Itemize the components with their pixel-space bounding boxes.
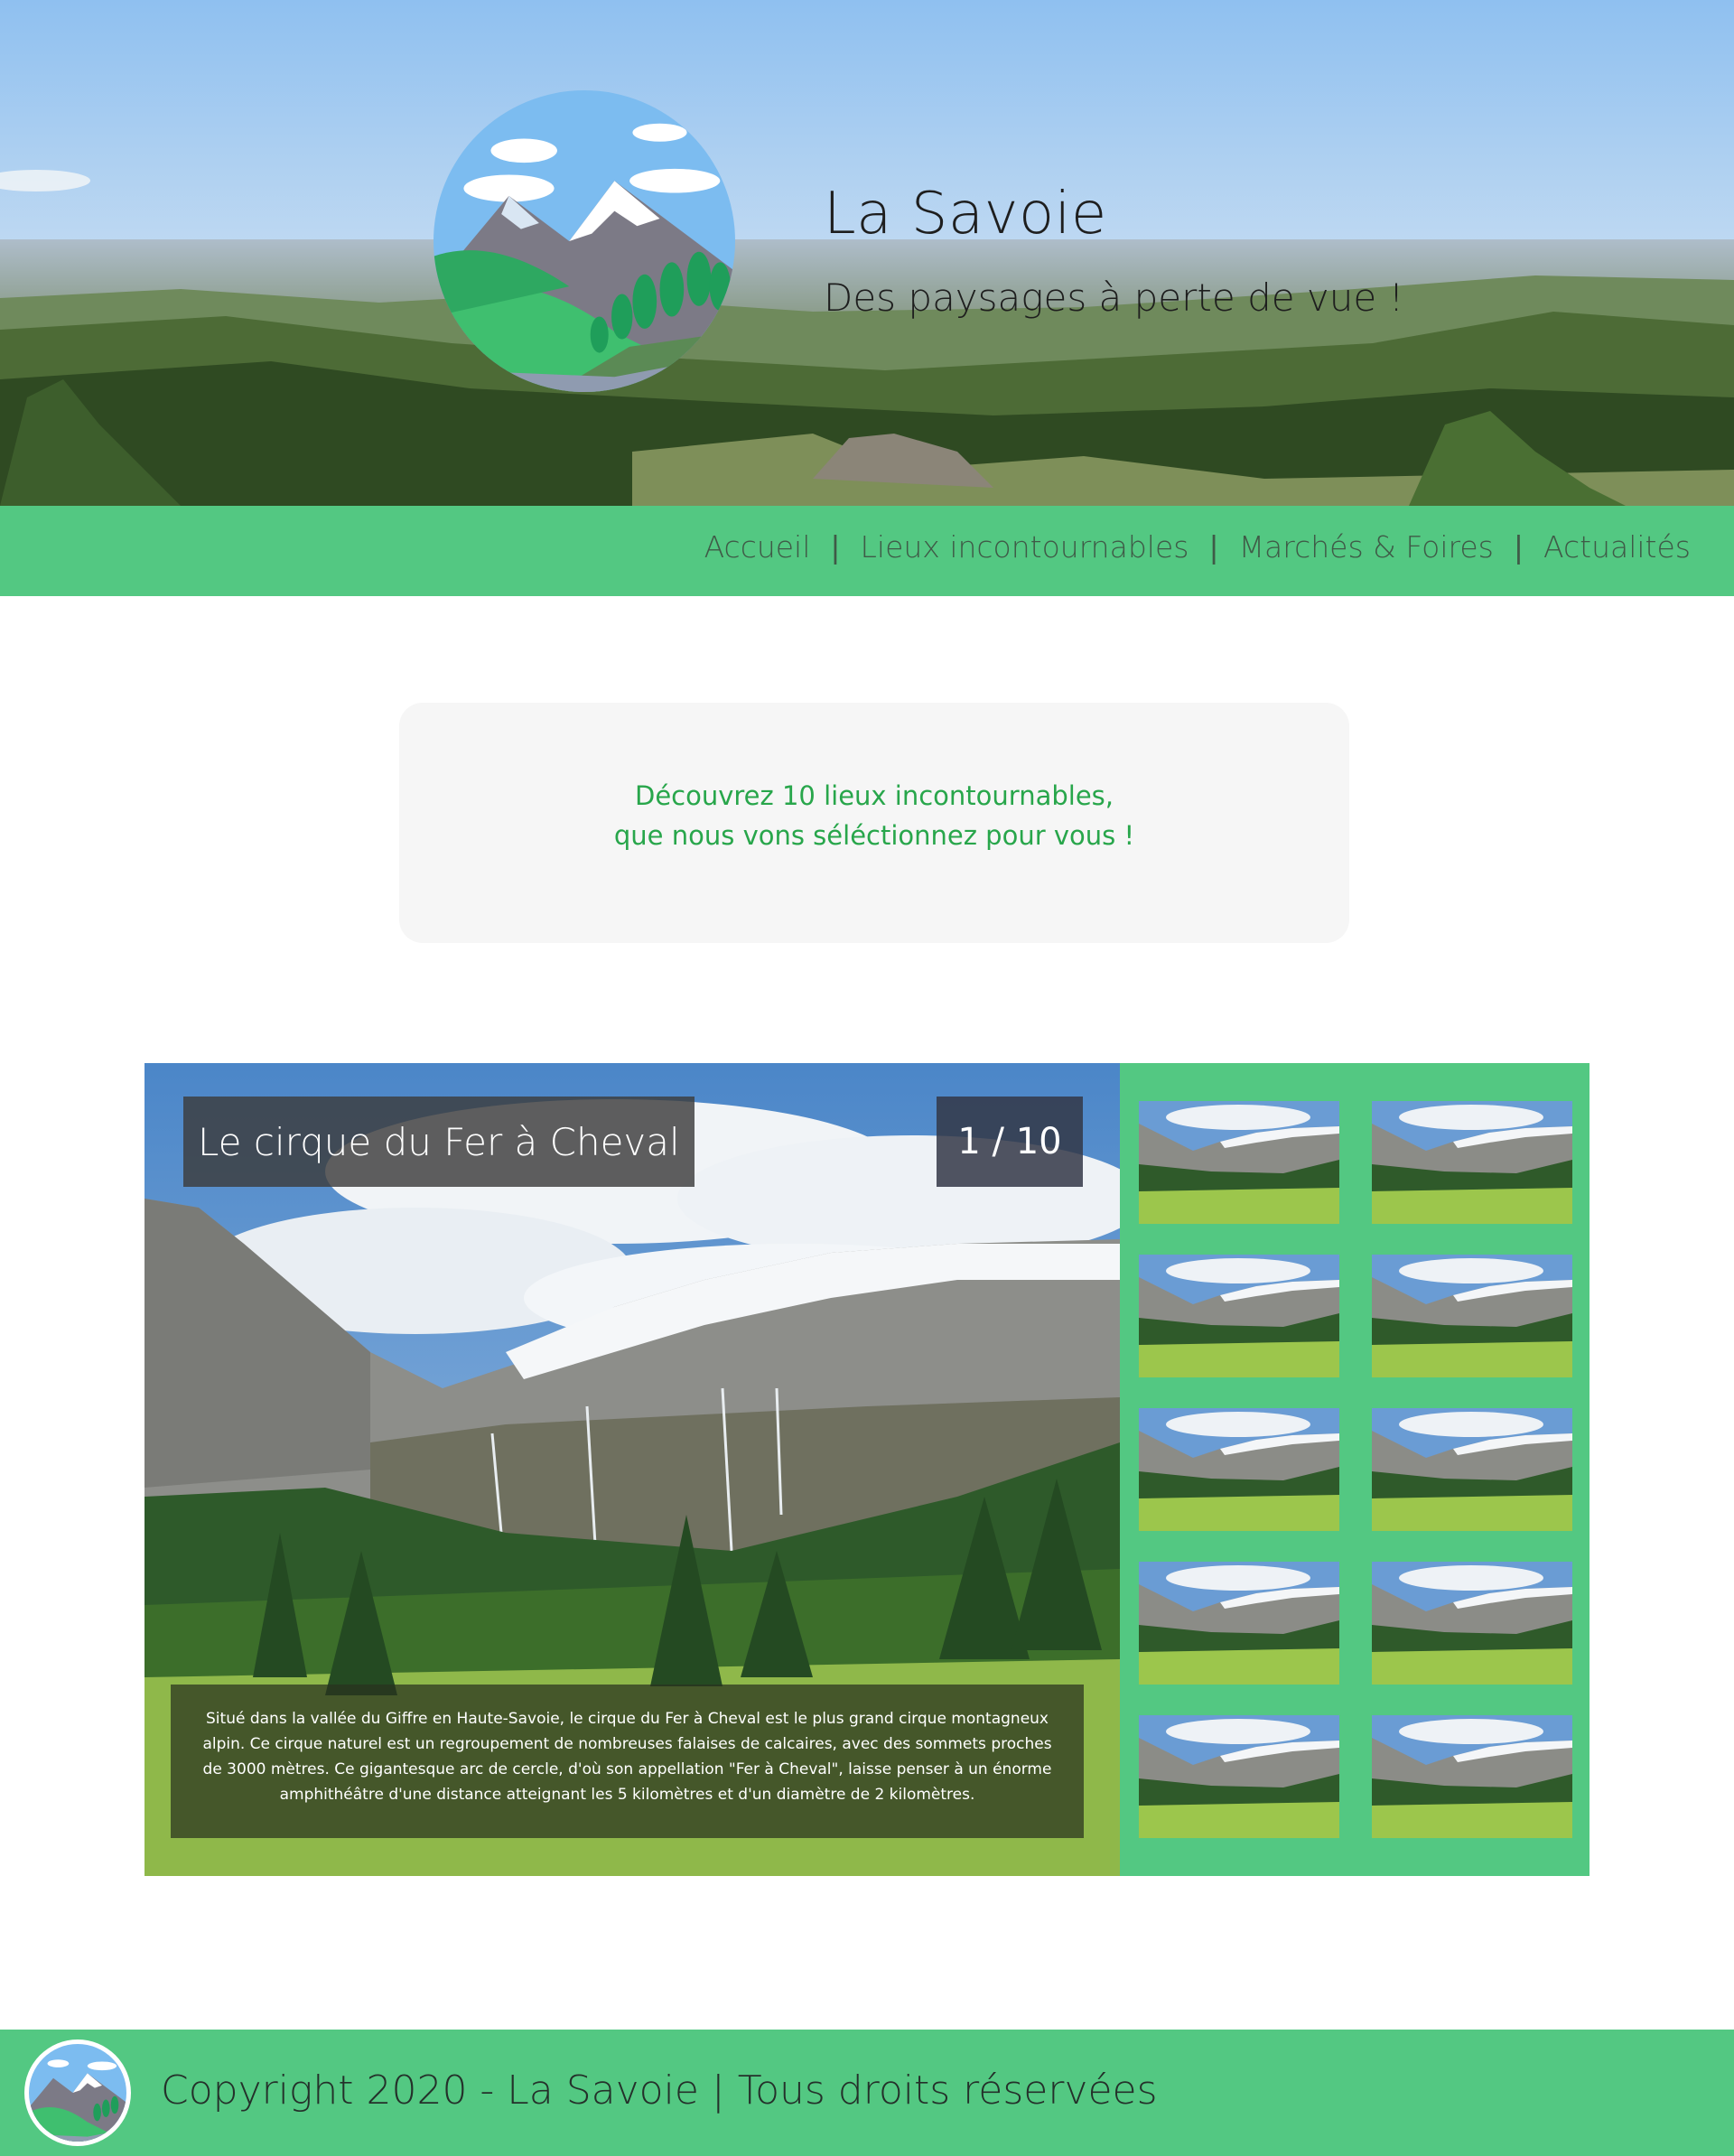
gallery-thumbnail[interactable] — [1139, 1715, 1339, 1838]
gallery-thumbnail[interactable] — [1139, 1255, 1339, 1377]
nav-list: Accueil | Lieux incontournables | Marché… — [704, 529, 1691, 565]
site-logo[interactable] — [434, 90, 735, 392]
gallery-thumbnail[interactable] — [1372, 1715, 1572, 1838]
photo-description: Situé dans la vallée du Giffre en Haute-… — [171, 1685, 1084, 1838]
main-navigation: Accueil | Lieux incontournables | Marché… — [0, 506, 1734, 596]
nav-item-actualites: Actualités — [1543, 529, 1691, 565]
hero-landscape-image — [0, 0, 1734, 506]
intro-line-1: Découvrez 10 lieux incontournables, — [634, 780, 1114, 811]
intro-line-2: que nous vons séléctionnez pour vous ! — [613, 820, 1135, 851]
nav-link-accueil[interactable]: Accueil — [704, 529, 811, 565]
footer-logo[interactable] — [24, 2039, 131, 2146]
nav-separator: | — [1208, 529, 1219, 565]
intro-box: Découvrez 10 lieux incontournables, que … — [399, 703, 1349, 943]
gallery-thumbnail[interactable] — [1139, 1562, 1339, 1685]
nav-separator: | — [830, 529, 841, 565]
photo-counter: 1 / 10 — [937, 1097, 1083, 1187]
photo-title: Le cirque du Fer à Cheval — [183, 1097, 695, 1187]
nav-item-marches: Marchés & Foires | — [1239, 529, 1543, 565]
nav-item-accueil: Accueil | — [704, 529, 861, 565]
thumbnail-panel — [1120, 1063, 1590, 1876]
gallery-thumbnail[interactable] — [1372, 1255, 1572, 1377]
hero-banner: La Savoie Des paysages à perte de vue ! — [0, 0, 1734, 506]
gallery-thumbnail[interactable] — [1372, 1562, 1572, 1685]
nav-separator: | — [1513, 529, 1524, 565]
site-subtitle: Des paysages à perte de vue ! — [824, 275, 1404, 320]
nav-link-actualites[interactable]: Actualités — [1543, 529, 1691, 565]
mountain-landscape-logo-icon — [29, 2044, 126, 2142]
site-title: La Savoie — [824, 181, 1107, 247]
mountain-landscape-logo-icon — [434, 90, 735, 392]
gallery-thumbnail[interactable] — [1372, 1408, 1572, 1531]
places-gallery: Le cirque du Fer à Cheval 1 / 10 Situé d… — [144, 1063, 1590, 1876]
gallery-thumbnail[interactable] — [1139, 1101, 1339, 1224]
nav-item-lieux: Lieux incontournables | — [861, 529, 1239, 565]
nav-link-lieux-incontournables[interactable]: Lieux incontournables — [861, 529, 1189, 565]
gallery-thumbnail[interactable] — [1372, 1101, 1572, 1224]
footer: Copyright 2020 - La Savoie | Tous droits… — [0, 2030, 1734, 2156]
gallery-thumbnail[interactable] — [1139, 1408, 1339, 1531]
main-photo: Le cirque du Fer à Cheval 1 / 10 Situé d… — [144, 1063, 1120, 1876]
footer-copyright: Copyright 2020 - La Savoie | Tous droits… — [161, 2067, 1158, 2114]
nav-link-marches-foires[interactable]: Marchés & Foires — [1239, 529, 1494, 565]
